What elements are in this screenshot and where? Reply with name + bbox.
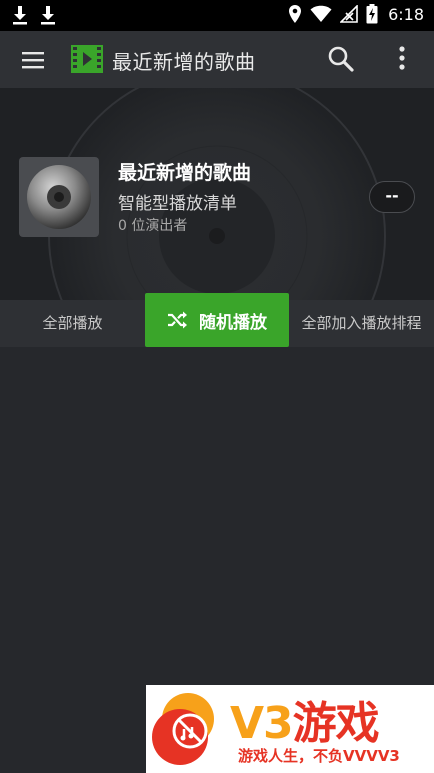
clock: 6:18 (388, 4, 424, 24)
playlist-title: 最近新增的歌曲 (118, 162, 252, 184)
battery-charging-icon (366, 4, 378, 24)
page-title: 最近新增的歌曲 (112, 50, 256, 74)
shuffle-icon (167, 310, 189, 334)
v3-watermark: V3游戏 游戏人生，不负VVVV3 (146, 685, 434, 773)
wifi-icon (310, 5, 332, 23)
shuffle-button[interactable]: 随机播放 (145, 293, 289, 347)
queue-all-button[interactable]: 全部加入播放排程 (289, 300, 434, 347)
playlist-type: 智能型播放清单 (118, 194, 237, 214)
album-art[interactable] (19, 157, 99, 237)
app-toolbar: 最近新增的歌曲 (0, 31, 434, 88)
shuffle-label: 随机播放 (199, 313, 267, 333)
hamburger-menu-icon[interactable] (20, 48, 48, 72)
playlist-film-icon (70, 44, 104, 74)
playlist-options-button[interactable]: -- (369, 181, 415, 213)
search-icon[interactable] (326, 44, 356, 74)
action-bar: 全部播放 随机播放 全部加入播放排程 (0, 293, 434, 347)
playlist-header: 最近新增的歌曲 智能型播放清单 0 位演出者 -- (0, 88, 434, 300)
v3-logo-icon (152, 693, 214, 765)
more-vert-icon[interactable] (392, 44, 412, 74)
watermark-tagline: 游戏人生，不负VVVV3 (238, 747, 400, 765)
artist-count: 0 位演出者 (118, 218, 188, 234)
no-signal-icon (340, 5, 358, 23)
location-icon (288, 4, 302, 24)
watermark-brand: V3游戏 (230, 698, 380, 749)
download-icon (12, 5, 28, 25)
play-all-button[interactable]: 全部播放 (0, 300, 145, 347)
status-bar: 6:18 (0, 0, 434, 31)
download-icon (40, 5, 56, 25)
